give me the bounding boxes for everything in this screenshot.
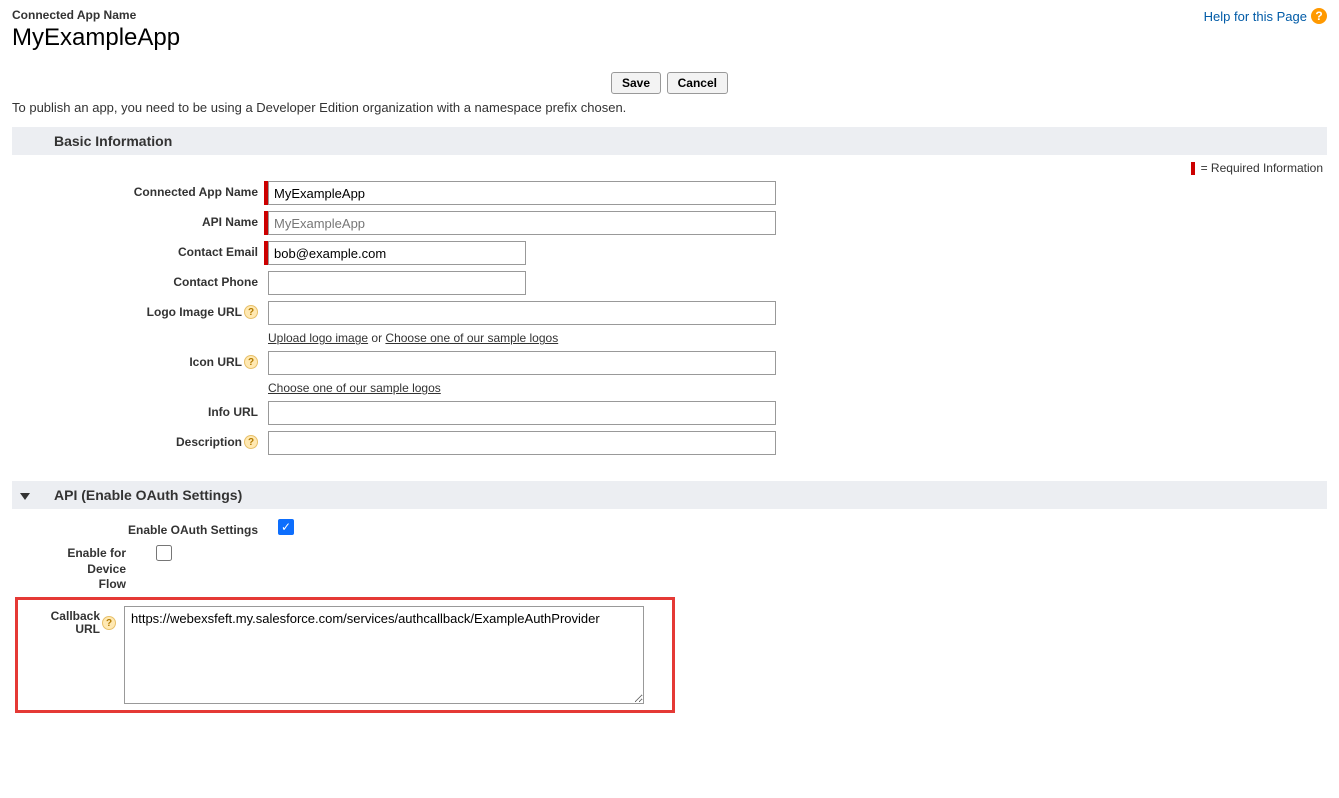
publish-note: To publish an app, you need to be using …: [12, 100, 1327, 115]
label-callback-url: Callback URL ?: [24, 606, 120, 636]
help-icon: ?: [1311, 8, 1327, 24]
label-connected-app-name: Connected App Name: [12, 181, 264, 199]
info-icon[interactable]: ?: [102, 616, 116, 630]
info-icon[interactable]: ?: [244, 305, 258, 319]
section-basic-information: Basic Information: [12, 127, 1327, 155]
description-input[interactable]: [268, 431, 776, 455]
save-button[interactable]: Save: [611, 72, 661, 94]
contact-email-input[interactable]: [268, 241, 526, 265]
logo-hint: Upload logo image or Choose one of our s…: [268, 331, 1327, 345]
api-name-input[interactable]: [268, 211, 776, 235]
collapse-toggle-icon[interactable]: [20, 493, 30, 500]
help-link-text: Help for this Page: [1204, 9, 1307, 24]
info-url-input[interactable]: [268, 401, 776, 425]
choose-sample-icon-link[interactable]: Choose one of our sample logos: [268, 381, 441, 395]
upload-logo-link[interactable]: Upload logo image: [268, 331, 368, 345]
enable-oauth-checkbox[interactable]: ✓: [278, 519, 294, 535]
required-legend: = Required Information: [16, 161, 1323, 175]
callback-url-input[interactable]: [124, 606, 644, 704]
label-logo-image-url: Logo Image URL ?: [12, 301, 264, 319]
icon-url-input[interactable]: [268, 351, 776, 375]
connected-app-name-input[interactable]: [268, 181, 776, 205]
enable-device-flow-checkbox[interactable]: [156, 545, 172, 561]
logo-image-url-input[interactable]: [268, 301, 776, 325]
info-icon[interactable]: ?: [244, 435, 258, 449]
label-enable-device-flow: Enable for Device Flow: [12, 543, 132, 591]
cancel-button[interactable]: Cancel: [667, 72, 728, 94]
icon-hint: Choose one of our sample logos: [268, 381, 1327, 395]
label-contact-email: Contact Email: [12, 241, 264, 259]
callback-url-highlight: Callback URL ?: [15, 597, 675, 713]
label-api-name: API Name: [12, 211, 264, 229]
required-indicator-icon: [1191, 162, 1195, 175]
choose-sample-logo-link[interactable]: Choose one of our sample logos: [385, 331, 558, 345]
label-icon-url: Icon URL ?: [12, 351, 264, 369]
label-description: Description ?: [12, 431, 264, 449]
info-icon[interactable]: ?: [244, 355, 258, 369]
help-link[interactable]: Help for this Page ?: [1204, 8, 1327, 24]
label-enable-oauth: Enable OAuth Settings: [12, 519, 264, 537]
page-title: MyExampleApp: [12, 24, 1204, 52]
contact-phone-input[interactable]: [268, 271, 526, 295]
page-eyebrow: Connected App Name: [12, 8, 1204, 22]
label-contact-phone: Contact Phone: [12, 271, 264, 289]
label-info-url: Info URL: [12, 401, 264, 419]
section-api-oauth[interactable]: API (Enable OAuth Settings): [12, 481, 1327, 509]
action-bar: Save Cancel: [12, 72, 1327, 94]
